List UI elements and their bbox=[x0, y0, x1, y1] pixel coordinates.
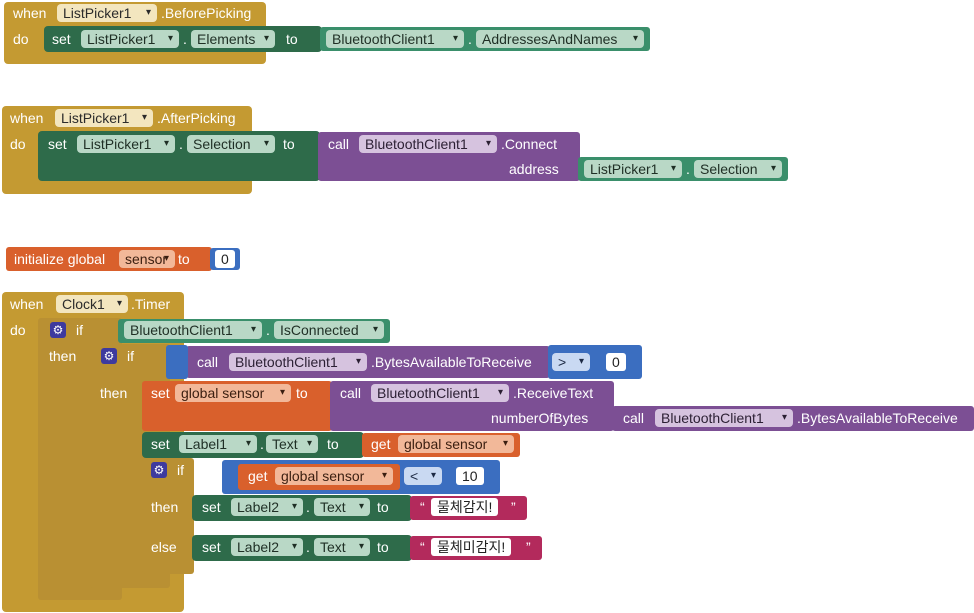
dot-label: . bbox=[260, 436, 264, 452]
global-sensor-dropdown[interactable]: global sensor bbox=[398, 435, 514, 453]
set-label: set bbox=[151, 436, 170, 452]
to-label: to bbox=[296, 385, 308, 401]
before-picking-label: .BeforePicking bbox=[161, 5, 252, 21]
call-label: call bbox=[197, 354, 219, 370]
listpicker-component-dropdown[interactable]: ListPicker1 bbox=[584, 160, 682, 178]
is-connected-dropdown[interactable]: IsConnected bbox=[274, 321, 384, 339]
number-field[interactable]: 0 bbox=[215, 250, 235, 268]
dot-label: . bbox=[179, 136, 183, 152]
bluetooth-component-dropdown[interactable]: BluetoothClient1 bbox=[359, 135, 497, 153]
string-field[interactable]: 물체미감지! bbox=[431, 538, 512, 556]
bluetooth-component-dropdown[interactable]: BluetoothClient1 bbox=[371, 384, 509, 402]
when-label: when bbox=[10, 110, 44, 126]
if-sensor-less-than-block[interactable] bbox=[142, 458, 194, 574]
set-label: set bbox=[151, 385, 170, 401]
get-label: get bbox=[248, 468, 268, 484]
address-param-label: address bbox=[509, 161, 559, 177]
label2-component-dropdown[interactable]: Label2 bbox=[231, 498, 303, 516]
get-label: get bbox=[371, 436, 391, 452]
compare-operator-dropdown[interactable]: > bbox=[552, 353, 590, 371]
quote-close-icon: ” bbox=[526, 539, 531, 555]
global-sensor-dropdown[interactable]: global sensor bbox=[175, 384, 291, 402]
receive-text-method-label: .ReceiveText bbox=[513, 385, 594, 401]
dot-label: . bbox=[183, 31, 187, 47]
timer-label: .Timer bbox=[131, 296, 171, 312]
listpicker-component-dropdown[interactable]: ListPicker1 bbox=[81, 30, 179, 48]
listpicker-dropdown[interactable]: ListPicker1 bbox=[57, 4, 157, 22]
after-picking-label: .AfterPicking bbox=[157, 110, 236, 126]
bytes-available-method-label: .BytesAvailableToReceive bbox=[797, 410, 958, 426]
dot-label: . bbox=[266, 322, 270, 338]
sensor-variable-name[interactable]: sensor bbox=[119, 250, 175, 268]
listpicker-component-dropdown[interactable]: ListPicker1 bbox=[77, 135, 175, 153]
label2-component-dropdown[interactable]: Label2 bbox=[231, 538, 303, 556]
bluetooth-component-dropdown[interactable]: BluetoothClient1 bbox=[655, 409, 793, 427]
text-property-dropdown[interactable]: Text bbox=[314, 538, 370, 556]
gear-icon[interactable]: ⚙ bbox=[151, 462, 167, 478]
if-label: if bbox=[177, 462, 184, 478]
compare-operator-dropdown[interactable]: < bbox=[404, 467, 442, 485]
bluetooth-component-dropdown[interactable]: BluetoothClient1 bbox=[124, 321, 262, 339]
call-label: call bbox=[623, 410, 645, 426]
text-property-dropdown[interactable]: Text bbox=[314, 498, 370, 516]
then-label: then bbox=[49, 348, 77, 364]
initialize-global-label: initialize global bbox=[14, 251, 106, 267]
if-label: if bbox=[76, 322, 83, 338]
to-label: to bbox=[377, 499, 389, 515]
dot-label: . bbox=[306, 539, 310, 555]
do-label: do bbox=[10, 322, 26, 338]
to-label: to bbox=[283, 136, 295, 152]
bluetooth-component-dropdown[interactable]: BluetoothClient1 bbox=[229, 353, 367, 371]
clock-dropdown[interactable]: Clock1 bbox=[56, 295, 128, 313]
to-label: to bbox=[327, 436, 339, 452]
set-label: set bbox=[202, 539, 221, 555]
label1-component-dropdown[interactable]: Label1 bbox=[179, 435, 257, 453]
when-label: when bbox=[13, 5, 47, 21]
gear-icon[interactable]: ⚙ bbox=[50, 322, 66, 338]
number-of-bytes-param-label: numberOfBytes bbox=[491, 410, 589, 426]
call-label: call bbox=[340, 385, 362, 401]
text-property-dropdown[interactable]: Text bbox=[266, 435, 318, 453]
quote-open-icon: “ bbox=[420, 499, 425, 515]
bluetooth-component-dropdown[interactable]: BluetoothClient1 bbox=[326, 30, 464, 48]
string-field[interactable]: 물체감지! bbox=[431, 498, 499, 516]
set-label: set bbox=[202, 499, 221, 515]
else-label: else bbox=[151, 539, 177, 555]
selection-property-dropdown[interactable]: Selection bbox=[187, 135, 275, 153]
connect-method-label: .Connect bbox=[501, 136, 558, 152]
when-label: when bbox=[10, 296, 44, 312]
gear-icon[interactable]: ⚙ bbox=[101, 348, 117, 364]
if-label: if bbox=[127, 348, 134, 364]
call-label: call bbox=[328, 136, 350, 152]
then-label: then bbox=[100, 385, 128, 401]
number-field[interactable]: 0 bbox=[606, 353, 626, 371]
set-label: set bbox=[52, 31, 71, 47]
compare-gt-frame-left bbox=[166, 345, 188, 379]
quote-open-icon: “ bbox=[420, 539, 425, 555]
do-label: do bbox=[13, 31, 29, 47]
then-label: then bbox=[151, 499, 179, 515]
elements-property-dropdown[interactable]: Elements bbox=[191, 30, 275, 48]
dot-label: . bbox=[686, 161, 690, 177]
to-label: to bbox=[178, 251, 190, 267]
number-field[interactable]: 10 bbox=[456, 467, 484, 485]
selection-property-dropdown[interactable]: Selection bbox=[694, 160, 782, 178]
addresses-and-names-dropdown[interactable]: AddressesAndNames bbox=[476, 30, 644, 48]
do-label: do bbox=[10, 136, 26, 152]
dot-label: . bbox=[306, 499, 310, 515]
bytes-available-method-label: .BytesAvailableToReceive bbox=[371, 354, 532, 370]
listpicker-dropdown[interactable]: ListPicker1 bbox=[55, 109, 153, 127]
to-label: to bbox=[286, 31, 298, 47]
quote-close-icon: ” bbox=[511, 499, 516, 515]
global-sensor-dropdown[interactable]: global sensor bbox=[275, 467, 393, 485]
to-label: to bbox=[377, 539, 389, 555]
set-label: set bbox=[48, 136, 67, 152]
dot-label: . bbox=[468, 31, 472, 47]
